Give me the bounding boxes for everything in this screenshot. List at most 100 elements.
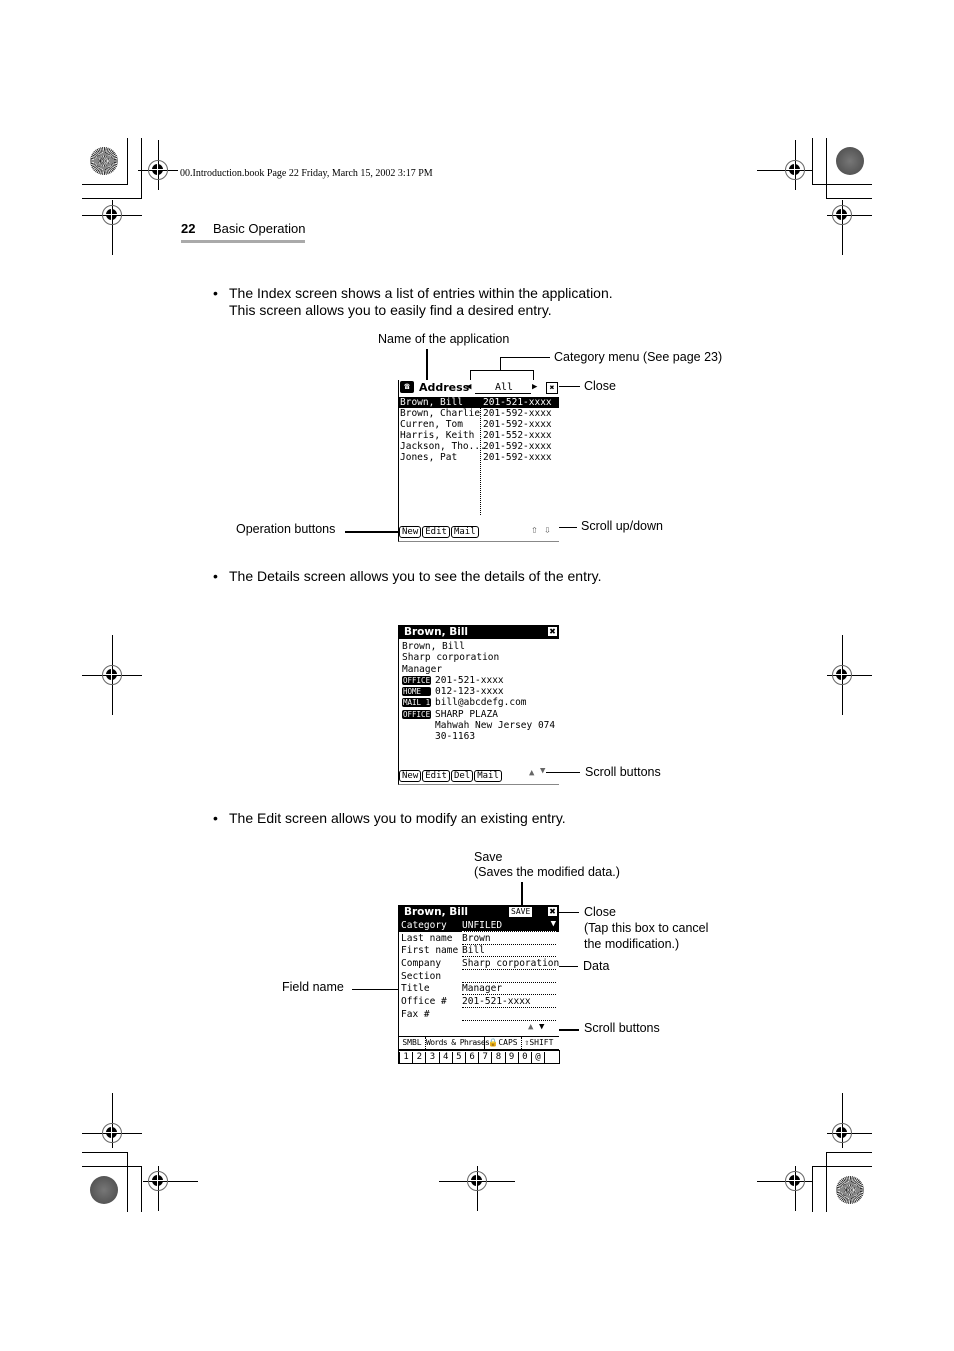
scroll-up-icon[interactable]: ▲ bbox=[529, 768, 534, 779]
key-button[interactable]: 1 bbox=[399, 1052, 414, 1063]
scroll-down-icon[interactable]: ⇩ bbox=[544, 524, 551, 536]
field-value[interactable]: Bill bbox=[462, 945, 556, 958]
scroll-down-icon[interactable]: ▼ bbox=[540, 766, 545, 777]
key-button[interactable]: 5 bbox=[453, 1052, 466, 1063]
office-tag: OFFICE bbox=[402, 675, 431, 685]
entry-phone: 201-552-xxxx bbox=[483, 430, 552, 441]
tab-shift[interactable]: ⇧SHIFT bbox=[521, 1037, 556, 1049]
list-item[interactable]: Brown, Charlie 201-592-xxxx bbox=[399, 408, 559, 419]
office-tag: OFFICE bbox=[402, 709, 431, 719]
app-name: Address bbox=[419, 381, 470, 394]
page-number: 22 bbox=[181, 221, 196, 236]
close-icon[interactable]: ✖ bbox=[546, 382, 558, 394]
edit-title-bar: Brown, Bill SAVE ✖ bbox=[399, 905, 559, 919]
bullet-icon: • bbox=[213, 810, 218, 826]
key-button[interactable]: @ bbox=[532, 1052, 546, 1063]
details-screen: Brown, Bill ✖ Brown, Bill Sharp corporat… bbox=[398, 625, 559, 785]
entry-name: Curren, Tom bbox=[400, 419, 463, 430]
field-value[interactable]: Manager bbox=[462, 983, 556, 996]
detail-line: Manager bbox=[402, 663, 443, 675]
keyboard-tabs: SMBL Words & Phrases🔒CAPS ⇧SHIFT bbox=[399, 1036, 559, 1050]
header-rule bbox=[181, 240, 305, 243]
lock-icon: 🔒 bbox=[488, 1038, 499, 1047]
field-row: Last name Brown bbox=[399, 932, 559, 945]
callout-data: Data bbox=[583, 959, 610, 973]
detail-line: Mahwah New Jersey 074 bbox=[435, 720, 556, 732]
operation-buttons: New Edit Mail bbox=[399, 526, 480, 538]
tab-smbl[interactable]: SMBL bbox=[399, 1037, 426, 1049]
callout-close-desc: the modification.) bbox=[584, 937, 680, 951]
list-item[interactable]: Curren, Tom 201-592-xxxx bbox=[399, 419, 559, 430]
mail-button[interactable]: Mail bbox=[450, 526, 479, 538]
field-label: Section bbox=[401, 970, 442, 982]
callout-close: Close bbox=[584, 905, 616, 919]
mail-button[interactable]: Mail bbox=[474, 770, 502, 782]
list-item[interactable]: Jackson, Tho... 201-592-xxxx bbox=[399, 441, 559, 452]
details-title: Brown, Bill bbox=[404, 626, 469, 638]
field-value[interactable]: Sharp corporation bbox=[462, 958, 559, 971]
list-item[interactable]: Jones, Pat 201-592-xxxx bbox=[399, 452, 559, 463]
detail-tagged-line: HOME 012-123-xxxx bbox=[402, 686, 504, 698]
entry-name: Brown, Charlie bbox=[400, 408, 481, 419]
delete-button[interactable]: Del bbox=[450, 770, 474, 782]
field-value[interactable]: Brown bbox=[462, 933, 556, 945]
details-title-bar: Brown, Bill ✖ bbox=[399, 625, 559, 639]
edit-title: Brown, Bill bbox=[404, 906, 469, 918]
save-button[interactable]: SAVE bbox=[509, 907, 533, 917]
key-button[interactable]: 8 bbox=[492, 1052, 506, 1063]
details-body: Brown, Bill Sharp corporation Manager OF… bbox=[399, 639, 559, 743]
field-label: Fax # bbox=[401, 1008, 430, 1020]
edit-screen: Brown, Bill SAVE ✖ Category UNFILED ▼ Last … bbox=[398, 905, 560, 1064]
edit-button[interactable]: Edit bbox=[422, 770, 450, 782]
callout-scroll: Scroll buttons bbox=[585, 765, 661, 779]
edit-fields: Category UNFILED ▼ Last name Brown First name… bbox=[399, 919, 559, 1021]
tab-caps[interactable]: 🔒CAPS bbox=[485, 1037, 521, 1049]
edit-button[interactable]: Edit bbox=[422, 526, 450, 538]
callout-category: Category menu (See page 23) bbox=[554, 350, 723, 364]
color-target-icon bbox=[90, 147, 118, 175]
dropdown-icon[interactable]: ▼ bbox=[551, 919, 556, 930]
key-button[interactable]: 7 bbox=[479, 1052, 493, 1063]
key-button[interactable]: 6 bbox=[466, 1052, 480, 1063]
key-button[interactable]: 4 bbox=[440, 1052, 453, 1063]
scroll-up-icon[interactable]: ⇧ bbox=[531, 524, 538, 536]
new-button[interactable]: New bbox=[399, 526, 422, 538]
key-button[interactable]: 2 bbox=[413, 1052, 427, 1063]
detail-line: 30-1163 bbox=[435, 731, 476, 743]
bullet-icon: • bbox=[213, 285, 218, 301]
entry-phone: 201-521-xxxx bbox=[483, 397, 552, 408]
callout-scroll: Scroll buttons bbox=[584, 1021, 660, 1035]
field-label: Title bbox=[401, 983, 430, 995]
list-item[interactable]: Harris, Keith 201-552-xxxx bbox=[399, 430, 559, 441]
entry-phone: 201-592-xxxx bbox=[483, 419, 552, 430]
key-button[interactable]: 9 bbox=[506, 1052, 519, 1063]
category-next-icon[interactable]: ▶ bbox=[532, 380, 537, 395]
key-button[interactable]: 0 bbox=[519, 1052, 532, 1063]
field-value[interactable]: UNFILED bbox=[462, 920, 556, 932]
scroll-up-icon[interactable]: ▲ bbox=[528, 1022, 533, 1033]
key-button[interactable]: 3 bbox=[426, 1052, 440, 1063]
entry-name: Jones, Pat bbox=[400, 452, 458, 463]
list-item[interactable]: Brown, Bill 201-521-xxxx bbox=[399, 397, 559, 408]
callout-field-name: Field name bbox=[282, 980, 344, 994]
entry-phone: 201-592-xxxx bbox=[483, 441, 552, 452]
bullet-icon: • bbox=[213, 568, 218, 584]
tab-words-phrases[interactable]: Words & Phrases bbox=[426, 1037, 490, 1049]
callout-operation: Operation buttons bbox=[236, 522, 336, 536]
entry-phone: 201-592-xxxx bbox=[483, 452, 552, 463]
category-prev-icon[interactable]: ◀ bbox=[466, 380, 471, 395]
index-title-bar: ☎ Address ◀ All ▶ ✖ bbox=[399, 380, 559, 395]
callout-app-name: Name of the application bbox=[378, 332, 510, 346]
field-value[interactable] bbox=[462, 1009, 556, 1021]
close-icon[interactable]: ✖ bbox=[548, 907, 557, 916]
field-value[interactable] bbox=[462, 971, 556, 983]
scroll-down-icon[interactable]: ▼ bbox=[539, 1022, 544, 1033]
field-row: Company Sharp corporation bbox=[399, 957, 559, 971]
callout-close-desc: (Tap this box to cancel bbox=[584, 921, 709, 935]
close-icon[interactable]: ✖ bbox=[548, 627, 557, 636]
field-row: Title Manager bbox=[399, 982, 559, 996]
field-value[interactable]: 201-521-xxxx bbox=[462, 996, 556, 1009]
new-button[interactable]: New bbox=[399, 770, 422, 782]
field-row: Category UNFILED ▼ bbox=[399, 919, 559, 932]
field-row: First name Bill bbox=[399, 944, 559, 958]
